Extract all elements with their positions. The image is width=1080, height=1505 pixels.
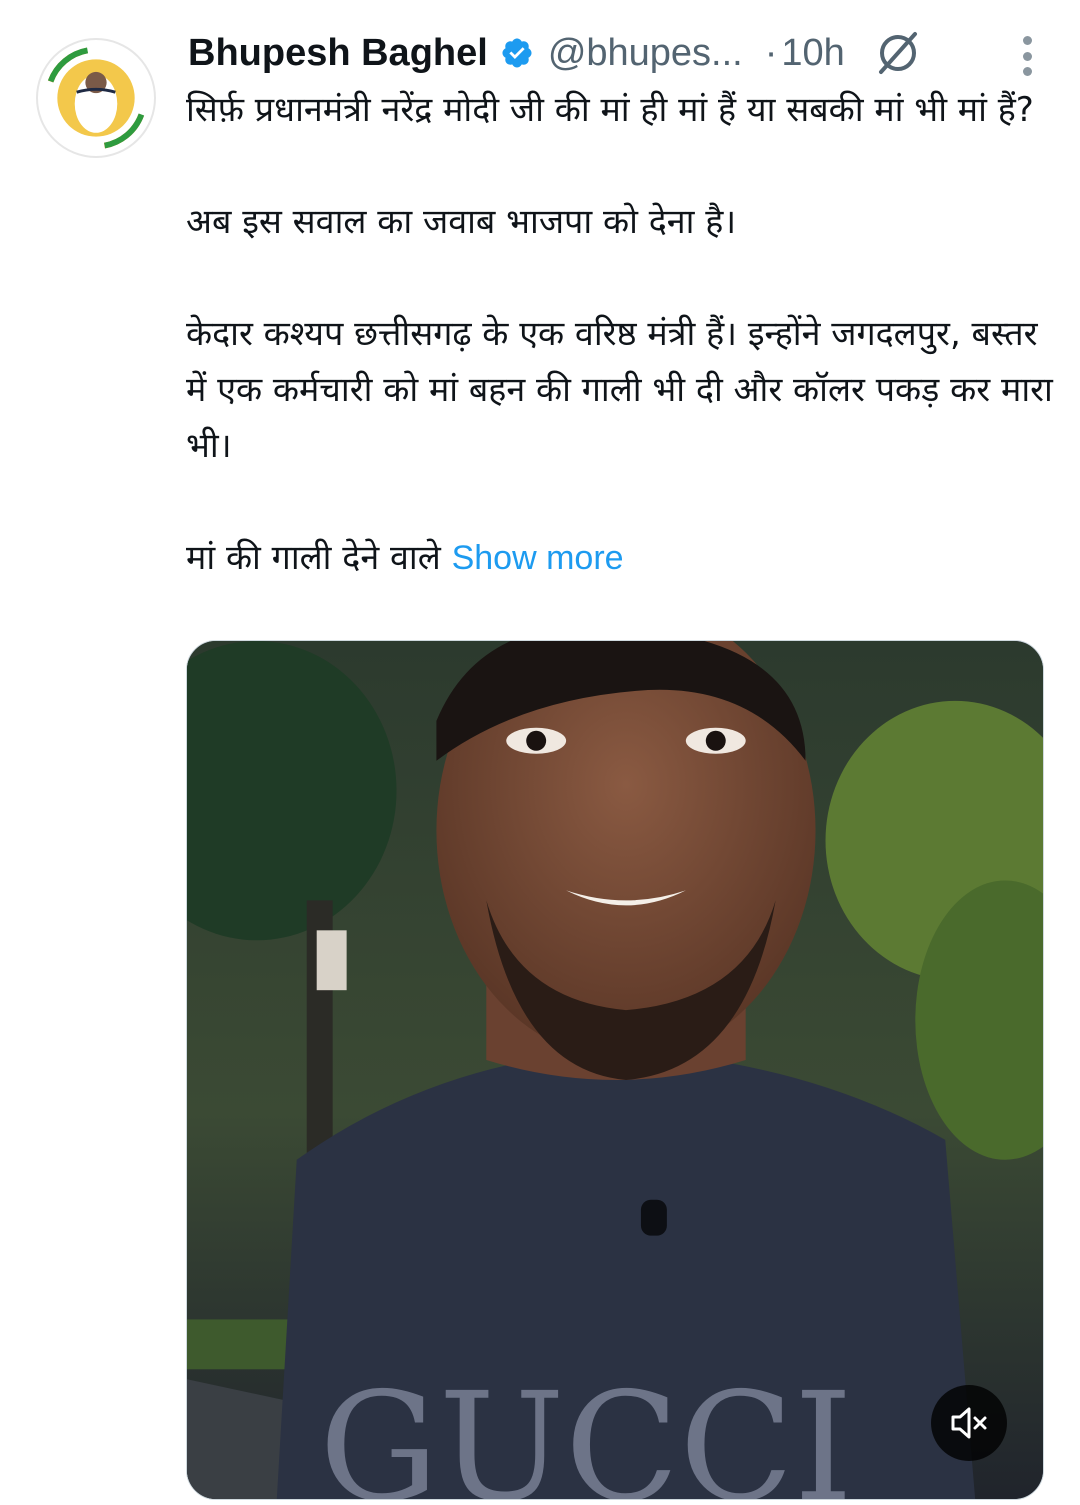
tweet-paragraph: सिर्फ़ प्रधानमंत्री नरेंद्र मोदी जी की म…: [186, 90, 1034, 130]
tweet-paragraph: केदार कश्यप छत्तीसगढ़ के एक वरिष्ठ मंत्र…: [186, 314, 1053, 466]
tweet-paragraph-text: मां की गाली देने वाले: [186, 538, 441, 578]
timestamp[interactable]: 10h: [781, 32, 844, 75]
tweet-paragraph: अब इस सवाल का जवाब भाजपा को देना है।: [186, 202, 737, 242]
avatar-image: [39, 41, 153, 155]
tweet-header: Bhupesh Baghel @bhupes... · 10h: [188, 26, 1050, 80]
author-name[interactable]: Bhupesh Baghel: [188, 32, 488, 75]
video-frame: GUCCI: [187, 641, 1043, 1499]
shirt-logo-text: GUCCI: [319, 1361, 853, 1499]
grok-icon[interactable]: [873, 28, 923, 78]
author-handle[interactable]: @bhupes...: [548, 32, 743, 75]
author-avatar[interactable]: [36, 38, 156, 158]
tweet-video[interactable]: GUCCI: [186, 640, 1044, 1500]
volume-muted-icon: [951, 1407, 987, 1439]
more-options-icon[interactable]: [1020, 36, 1034, 76]
separator-dot: ·: [764, 31, 778, 74]
verified-badge-icon: [502, 38, 532, 68]
mute-button[interactable]: [931, 1385, 1007, 1461]
tweet-text: सिर्फ़ प्रधानमंत्री नरेंद्र मोदी जी की म…: [186, 82, 1056, 586]
show-more-link[interactable]: Show more: [452, 539, 624, 577]
tweet-paragraph-last: मां की गाली देने वाले Show more: [186, 530, 1056, 586]
